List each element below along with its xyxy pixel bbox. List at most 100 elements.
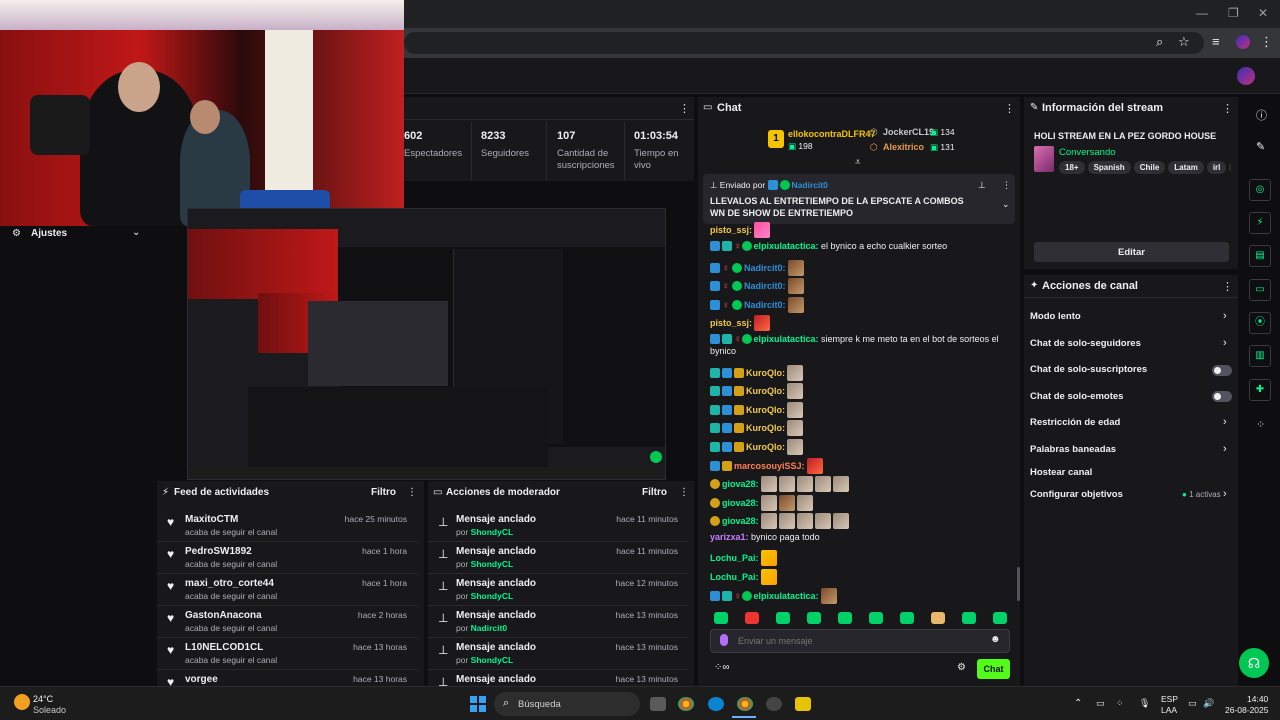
obs-icon[interactable]: [766, 697, 782, 711]
edit-icon[interactable]: ✎: [1256, 140, 1265, 153]
volume-icon[interactable]: 🔊: [1203, 698, 1214, 709]
gifter-3-name[interactable]: Alexitrico: [883, 142, 924, 152]
user-avatar[interactable]: [1237, 67, 1255, 85]
profile-avatar[interactable]: [1236, 35, 1250, 49]
pinned-menu-icon[interactable]: ⋮: [1002, 180, 1011, 191]
emote[interactable]: [776, 612, 790, 624]
mod-user[interactable]: ShondyCL: [471, 655, 514, 665]
action-age-restriction[interactable]: Restricción de edad: [1030, 417, 1120, 428]
channel-actions-menu-icon[interactable]: ⋮: [1222, 280, 1233, 293]
edge-icon[interactable]: [708, 697, 724, 711]
ajustes-label[interactable]: Ajustes: [31, 228, 67, 239]
chat-message-input[interactable]: [738, 632, 978, 650]
tag[interactable]: 18+: [1059, 161, 1085, 174]
mic-icon[interactable]: [720, 634, 728, 646]
chat-scrollbar[interactable]: [1017, 567, 1020, 601]
mod-filter-button[interactable]: Filtro: [642, 487, 667, 498]
chat-settings-icon[interactable]: ⚙: [957, 662, 966, 673]
emotes-only-toggle[interactable]: [1212, 391, 1232, 402]
language-code[interactable]: ESP: [1161, 694, 1178, 704]
maximize-icon[interactable]: ❐: [1228, 6, 1239, 20]
rail-broadcast-icon[interactable]: ⦿: [1249, 312, 1271, 334]
emote[interactable]: [714, 612, 728, 624]
feed-user[interactable]: vorgee: [185, 674, 218, 685]
subs-only-toggle[interactable]: [1212, 365, 1232, 376]
tag[interactable]: Spanish: [1087, 161, 1131, 174]
rail-layout-icon[interactable]: ▥: [1249, 345, 1271, 367]
network-icon[interactable]: ▭: [1188, 698, 1197, 709]
action-banned-words[interactable]: Palabras baneadas: [1030, 444, 1116, 455]
stream-info-menu-icon[interactable]: ⋮: [1222, 102, 1233, 115]
emote[interactable]: [838, 612, 852, 624]
emote[interactable]: [869, 612, 883, 624]
mod-user[interactable]: Nadircit0: [471, 623, 507, 633]
send-chat-button[interactable]: Chat: [977, 659, 1010, 679]
minimize-icon[interactable]: —: [1196, 6, 1208, 20]
emote[interactable]: [900, 612, 914, 624]
action-slow-mode[interactable]: Modo lento: [1030, 311, 1081, 322]
chevron-right-icon[interactable]: ›: [1223, 443, 1227, 455]
emote[interactable]: [993, 612, 1007, 624]
emote[interactable]: [962, 612, 976, 624]
rail-clip-icon[interactable]: ◎: [1249, 179, 1271, 201]
info-icon[interactable]: ⓘ: [1256, 107, 1267, 123]
feed-user[interactable]: maxi_otro_corte44: [185, 578, 274, 589]
language-layout[interactable]: LAA: [1161, 705, 1177, 715]
tag[interactable]: ub: [1229, 161, 1231, 174]
close-icon[interactable]: ✕: [1258, 6, 1268, 20]
clock-date[interactable]: 26-08-2025: [1225, 705, 1268, 715]
feed-filter-button[interactable]: Filtro: [371, 487, 396, 498]
gifter-2-name[interactable]: JockerCL19: [883, 127, 934, 137]
edit-stream-button[interactable]: Editar: [1034, 242, 1229, 262]
chevron-right-icon[interactable]: ›: [1223, 310, 1227, 322]
tag[interactable]: Chile: [1133, 161, 1166, 174]
tray-expand-icon[interactable]: ⌃: [1074, 698, 1082, 709]
category-thumbnail[interactable]: [1034, 146, 1054, 172]
pinned-expand-icon[interactable]: ⌄: [1002, 199, 1010, 210]
chevron-right-icon[interactable]: ›: [1223, 488, 1227, 500]
tag[interactable]: Latam: [1168, 161, 1204, 174]
chevron-right-icon[interactable]: ›: [1223, 416, 1227, 428]
app-icon[interactable]: [795, 697, 811, 711]
unpin-icon[interactable]: ⊥: [978, 180, 986, 191]
action-host-channel[interactable]: Hostear canal: [1030, 467, 1092, 478]
emote[interactable]: [807, 612, 821, 624]
chat-tools-icon[interactable]: ⁘∞: [714, 662, 730, 673]
emoji-icon[interactable]: ☻: [990, 634, 1001, 645]
mod-menu-icon[interactable]: ⋮: [679, 487, 689, 498]
task-view-icon[interactable]: [650, 697, 666, 711]
tag[interactable]: irl: [1206, 161, 1227, 174]
action-set-goals[interactable]: Configurar objetivos: [1030, 489, 1123, 500]
feed-user[interactable]: GastonAnacona: [185, 610, 262, 621]
rail-chat-icon[interactable]: ▭: [1249, 279, 1271, 301]
mod-user[interactable]: ShondyCL: [471, 527, 514, 537]
feed-user[interactable]: PedroSW1892: [185, 546, 252, 557]
microphone-icon[interactable]: 🎙: [1139, 698, 1150, 709]
windows-start-icon[interactable]: [470, 696, 486, 712]
taskbar-search-box[interactable]: [494, 692, 640, 716]
rail-document-icon[interactable]: ▤: [1249, 245, 1271, 267]
browser-menu-icon[interactable]: ⋮: [1260, 34, 1273, 50]
bookmark-star-icon[interactable]: ☆: [1178, 34, 1190, 50]
chrome-icon[interactable]: [678, 697, 694, 711]
stream-preview[interactable]: [187, 208, 666, 480]
address-bar[interactable]: [404, 32, 1204, 54]
emote-quick-bar[interactable]: [714, 612, 1024, 627]
emote[interactable]: [931, 612, 945, 624]
feed-user[interactable]: MaxitoCTM: [185, 514, 238, 525]
chrome-active-icon[interactable]: [737, 697, 753, 711]
media-icon[interactable]: ≡: [1212, 34, 1220, 49]
collapse-arrow-icon[interactable]: ⩡: [855, 157, 861, 168]
clock-time[interactable]: 14:40: [1247, 694, 1268, 704]
pinned-sender[interactable]: Nadircit0: [792, 180, 828, 190]
mod-user[interactable]: ShondyCL: [471, 591, 514, 601]
stream-category[interactable]: Conversando: [1059, 147, 1116, 158]
tray-app-icon[interactable]: ▭: [1096, 698, 1105, 709]
chevron-right-icon[interactable]: ›: [1223, 337, 1227, 349]
weather-temp[interactable]: 24°C: [33, 694, 53, 704]
action-followers-only[interactable]: Chat de solo-seguidores: [1030, 338, 1141, 349]
zoom-icon[interactable]: ⌕: [1156, 34, 1163, 50]
mod-user[interactable]: ShondyCL: [471, 559, 514, 569]
gifter-1-name[interactable]: ellokocontraDLFR47: [788, 129, 876, 139]
feed-menu-icon[interactable]: ⋮: [407, 487, 417, 498]
